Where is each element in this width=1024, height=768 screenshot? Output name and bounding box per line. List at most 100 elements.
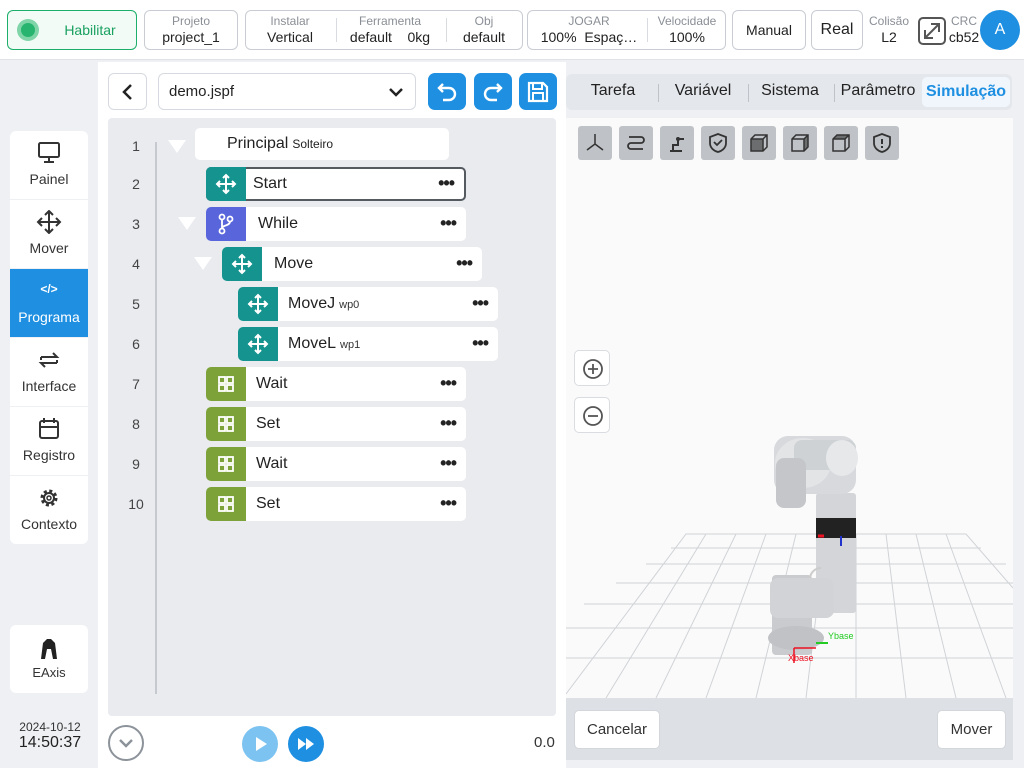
redo-icon — [483, 83, 503, 102]
more-menu-icon[interactable]: ••• — [438, 173, 455, 194]
line-number: 8 — [132, 416, 140, 432]
play-button[interactable] — [242, 726, 278, 762]
tab-tarefa[interactable]: Tarefa — [570, 74, 656, 110]
tree-node-move[interactable]: Move ••• — [222, 247, 482, 281]
sidebar-item-label: Contexto — [20, 516, 78, 532]
tab-simulacao[interactable]: Simulação — [922, 77, 1010, 107]
collapse-triangle-icon[interactable] — [168, 140, 186, 153]
swap-icon — [10, 348, 88, 372]
enable-status-icon — [17, 19, 39, 41]
datetime-display: 2024-10-12 14:50:37 — [10, 720, 90, 752]
sidebar-item-interface[interactable]: Interface — [10, 338, 88, 407]
tree-node-wait[interactable]: Wait ••• — [206, 367, 466, 401]
save-button[interactable] — [519, 73, 557, 110]
robot-arm — [768, 436, 858, 663]
speed-value: 100% — [669, 29, 705, 45]
monitor-icon — [10, 141, 88, 165]
undo-icon — [437, 83, 457, 102]
install-value: Vertical — [267, 29, 313, 45]
progress-value: 0.0 — [534, 734, 555, 751]
enable-button[interactable]: Habilitar — [7, 10, 137, 50]
top-bar: Habilitar Projeto project_1 Instalar Ver… — [0, 0, 1024, 60]
node-label: Wait — [256, 455, 288, 472]
more-menu-icon[interactable]: ••• — [440, 413, 457, 434]
tab-sistema[interactable]: Sistema — [750, 74, 830, 110]
node-label: Set — [256, 415, 281, 432]
tab-parametro[interactable]: Parâmetro — [836, 74, 920, 110]
node-label: MoveL — [288, 335, 337, 352]
eaxis-label: EAxis — [32, 665, 66, 680]
cancel-button[interactable]: Cancelar — [574, 710, 660, 749]
more-menu-icon[interactable]: ••• — [440, 493, 457, 514]
node-sublabel: Solteiro — [292, 137, 334, 151]
node-sublabel: wp1 — [340, 339, 361, 351]
move-arrows-icon — [222, 247, 262, 281]
tree-node-wait[interactable]: Wait ••• — [206, 447, 466, 481]
tab-variavel[interactable]: Variável — [660, 74, 746, 110]
more-menu-icon[interactable]: ••• — [472, 333, 489, 354]
save-icon — [527, 81, 549, 103]
redo-button[interactable] — [474, 73, 512, 110]
tree-node-set[interactable]: Set ••• — [206, 407, 466, 441]
more-menu-icon[interactable]: ••• — [440, 453, 457, 474]
more-menu-icon[interactable]: ••• — [440, 213, 457, 234]
move-button[interactable]: Mover — [937, 710, 1006, 749]
real-mode-button[interactable]: Real — [811, 10, 863, 50]
project-value: project_1 — [162, 29, 220, 45]
tree-node-movel[interactable]: MoveL wp1 ••• — [238, 327, 498, 361]
chevron-circle-down-icon[interactable] — [108, 725, 144, 761]
grid-icon — [206, 407, 246, 441]
collapse-triangle-icon[interactable] — [178, 217, 196, 230]
manual-mode-button[interactable]: Manual — [732, 10, 806, 50]
install-tool-panel[interactable]: Instalar Vertical Ferramenta default 0kg… — [245, 10, 523, 50]
more-menu-icon[interactable]: ••• — [440, 373, 457, 394]
step-forward-button[interactable] — [288, 726, 324, 762]
line-number: 9 — [132, 456, 140, 472]
line-number: 2 — [132, 176, 140, 192]
sidebar-item-painel[interactable]: Painel — [10, 131, 88, 200]
branch-icon — [206, 207, 246, 241]
sidebar-item-contexto[interactable]: Contexto — [10, 476, 88, 544]
tree-node-movej[interactable]: MoveJ wp0 ••• — [238, 287, 498, 321]
file-selector[interactable]: demo.jspf — [158, 73, 416, 110]
chevron-left-icon — [122, 84, 132, 100]
back-button[interactable] — [108, 73, 147, 110]
tree-node-principal[interactable]: Principal Solteiro — [195, 128, 449, 160]
line-number: 5 — [132, 296, 140, 312]
project-selector[interactable]: Projeto project_1 — [144, 10, 238, 50]
sidebar-item-programa[interactable]: </> Programa — [10, 269, 88, 338]
user-avatar[interactable]: A — [980, 10, 1020, 50]
eaxis-icon — [10, 637, 88, 661]
sidebar-item-label: Painel — [29, 171, 69, 187]
more-menu-icon[interactable]: ••• — [456, 253, 473, 274]
node-label: While — [258, 215, 299, 232]
eaxis-button[interactable]: EAxis — [10, 625, 88, 693]
line-number: 3 — [132, 216, 140, 232]
move-arrows-icon — [238, 287, 278, 321]
tree-node-while[interactable]: While ••• — [206, 207, 466, 241]
tree-node-start[interactable]: Start ••• — [206, 167, 466, 201]
node-label: Move — [274, 255, 314, 272]
node-label: MoveJ — [288, 295, 336, 312]
install-key: Instalar — [270, 14, 310, 28]
sidebar-item-mover[interactable]: Mover — [10, 200, 88, 269]
more-menu-icon[interactable]: ••• — [472, 293, 489, 314]
node-sublabel: wp0 — [339, 299, 360, 311]
expand-icon[interactable] — [917, 16, 947, 46]
collapse-triangle-icon[interactable] — [194, 257, 212, 270]
line-number: 10 — [128, 496, 144, 512]
3d-viewport[interactable]: Xbase Ybase — [566, 118, 1013, 698]
line-number: 7 — [132, 376, 140, 392]
tree-node-set[interactable]: Set ••• — [206, 487, 466, 521]
program-tree: 1 2 3 4 5 6 7 8 9 10 Principal Solteiro S… — [108, 118, 556, 716]
time-label: 14:50:37 — [18, 734, 82, 751]
move-arrows-icon — [10, 209, 88, 235]
sidebar-item-registro[interactable]: Registro — [10, 407, 88, 476]
obj-key: Obj — [474, 14, 494, 28]
jog-value: 100% Espaç… — [540, 29, 638, 45]
jog-speed-panel[interactable]: JOGAR 100% Espaç… Velocidade 100% — [527, 10, 726, 50]
undo-button[interactable] — [428, 73, 466, 110]
sidebar-item-label: Mover — [29, 240, 69, 256]
tool-value: default 0kg — [349, 29, 431, 45]
date-label: 2024-10-12 — [19, 720, 81, 734]
